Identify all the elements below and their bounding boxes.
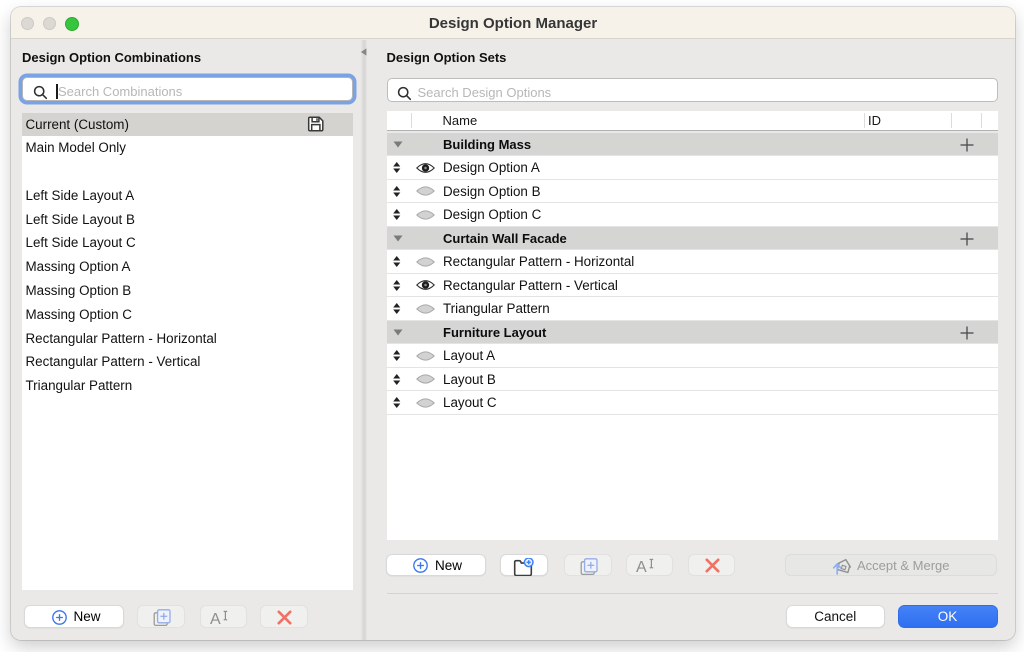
svg-text:A: A [210, 610, 221, 626]
svg-text:A: A [636, 559, 647, 575]
